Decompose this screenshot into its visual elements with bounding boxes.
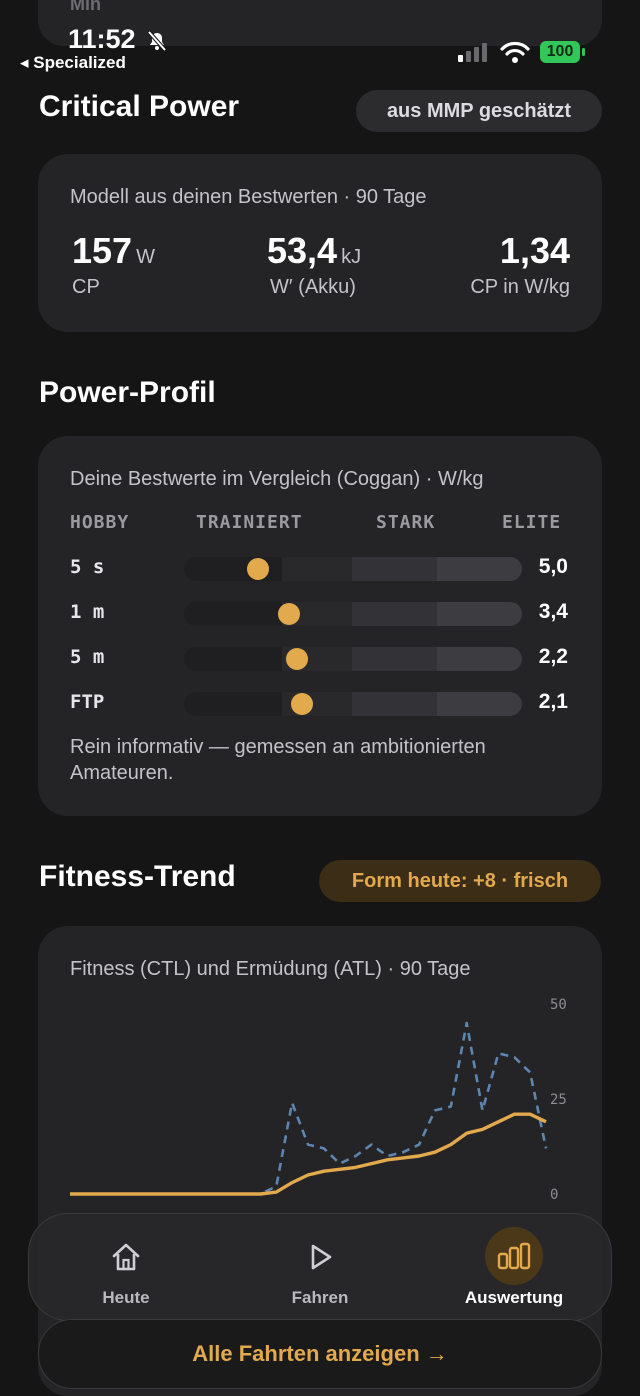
- power-profile-subtitle: Deine Bestwerte im Vergleich (Coggan) · …: [70, 468, 484, 490]
- profile-row-track: [184, 692, 522, 716]
- level-stark: STARK: [376, 512, 436, 533]
- cp-per-kg-label: CP in W/kg: [470, 276, 570, 298]
- wifi-icon: [500, 41, 530, 63]
- critical-power-subtitle: Modell aus deinen Bestwerten · 90 Tage: [70, 186, 427, 208]
- tab-auswertung[interactable]: Auswertung: [434, 1226, 594, 1314]
- track-segment: [352, 647, 437, 671]
- atl-fatigue-line: [70, 1021, 548, 1196]
- y-tick-label: 25: [550, 1092, 567, 1108]
- track-segment: [184, 692, 282, 716]
- track-segment: [352, 602, 437, 626]
- profile-row-label: 5 m: [70, 646, 105, 668]
- battery-tip: [582, 48, 585, 56]
- power-profile-note: Rein informativ — gemessen an ambitionie…: [70, 736, 486, 784]
- w-prime-value: 53,4: [267, 230, 338, 271]
- profile-row-track: [184, 557, 522, 581]
- profile-row-marker: [277, 603, 300, 625]
- power-profile-card: Deine Bestwerte im Vergleich (Coggan) · …: [38, 436, 602, 816]
- battery-indicator: 100: [540, 41, 580, 63]
- profile-row-value: 2,2: [538, 645, 568, 668]
- cp-stat: 157 W CP: [72, 230, 155, 299]
- y-tick-label: 50: [550, 997, 567, 1013]
- ctl-fitness-line: [70, 1112, 547, 1196]
- profile-row-track: [184, 647, 522, 671]
- level-hobby: HOBBY: [70, 512, 130, 533]
- w-prime-unit: kJ: [341, 246, 362, 268]
- level-trainiert: TRAINIERT: [196, 512, 303, 533]
- play-icon: [311, 1244, 332, 1270]
- level-elite: ELITE: [502, 512, 562, 533]
- house-icon: [112, 1243, 140, 1271]
- y-tick-label: 0: [550, 1187, 558, 1203]
- track-segment: [184, 647, 282, 671]
- bell-slash-icon: [147, 30, 167, 52]
- profile-row-value: 5,0: [538, 555, 568, 578]
- all-rides-label: Alle Fahrten anzeigen →: [192, 1341, 448, 1366]
- cp-value: 157: [72, 230, 133, 271]
- cp-label: CP: [72, 276, 100, 298]
- track-segment: [282, 557, 352, 581]
- track-segment: [352, 557, 437, 581]
- profile-row-label: 1 m: [70, 601, 105, 623]
- fitness-trend-subtitle: Fitness (CTL) und Ermüdung (ATL) · 90 Ta…: [70, 958, 471, 980]
- back-to-app-link[interactable]: ◂ Specialized: [20, 53, 126, 73]
- w-prime-stat: 53,4 kJ W′ (Akku): [267, 230, 361, 299]
- profile-row-value: 3,4: [538, 600, 568, 623]
- profile-row-label: FTP: [70, 691, 105, 713]
- track-segment: [352, 692, 437, 716]
- fitness-trend-chart: 50 25 0: [70, 997, 567, 1203]
- bar-chart-icon: [497, 1242, 531, 1270]
- tab-bar: Heute Fahren Auswertung: [28, 1213, 612, 1321]
- tab-heute-label: Heute: [102, 1288, 150, 1307]
- cp-unit: W: [136, 246, 155, 268]
- tab-fahren[interactable]: Fahren: [240, 1226, 400, 1314]
- cp-per-kg-value: 1,34: [499, 230, 570, 271]
- profile-row-value: 2,1: [538, 690, 568, 713]
- section-title-critical-power: Critical Power: [39, 90, 240, 123]
- cp-per-kg-stat: 1,34 CP in W/kg: [470, 230, 570, 299]
- profile-row-label: 5 s: [70, 556, 105, 578]
- critical-power-card: Modell aus deinen Bestwerten · 90 Tage 1…: [38, 154, 602, 332]
- track-segment: [184, 602, 282, 626]
- tab-heute[interactable]: Heute: [46, 1226, 206, 1314]
- w-prime-label: W′ (Akku): [270, 276, 356, 298]
- previous-card-label: Min: [70, 0, 101, 14]
- section-title-fitness-trend: Fitness-Trend: [39, 860, 236, 893]
- section-title-power-profile: Power-Profil: [39, 376, 216, 409]
- cellular-signal-icon: [458, 43, 487, 62]
- tab-fahren-label: Fahren: [291, 1288, 349, 1307]
- profile-row-track: [184, 602, 522, 626]
- status-time: 11:52: [68, 24, 136, 54]
- form-today-badge: Form heute: +8 · frisch: [319, 860, 601, 902]
- mmp-estimate-badge: aus MMP geschätzt: [356, 90, 602, 132]
- tab-auswertung-label: Auswertung: [464, 1288, 564, 1307]
- all-rides-button[interactable]: Alle Fahrten anzeigen →: [38, 1319, 602, 1389]
